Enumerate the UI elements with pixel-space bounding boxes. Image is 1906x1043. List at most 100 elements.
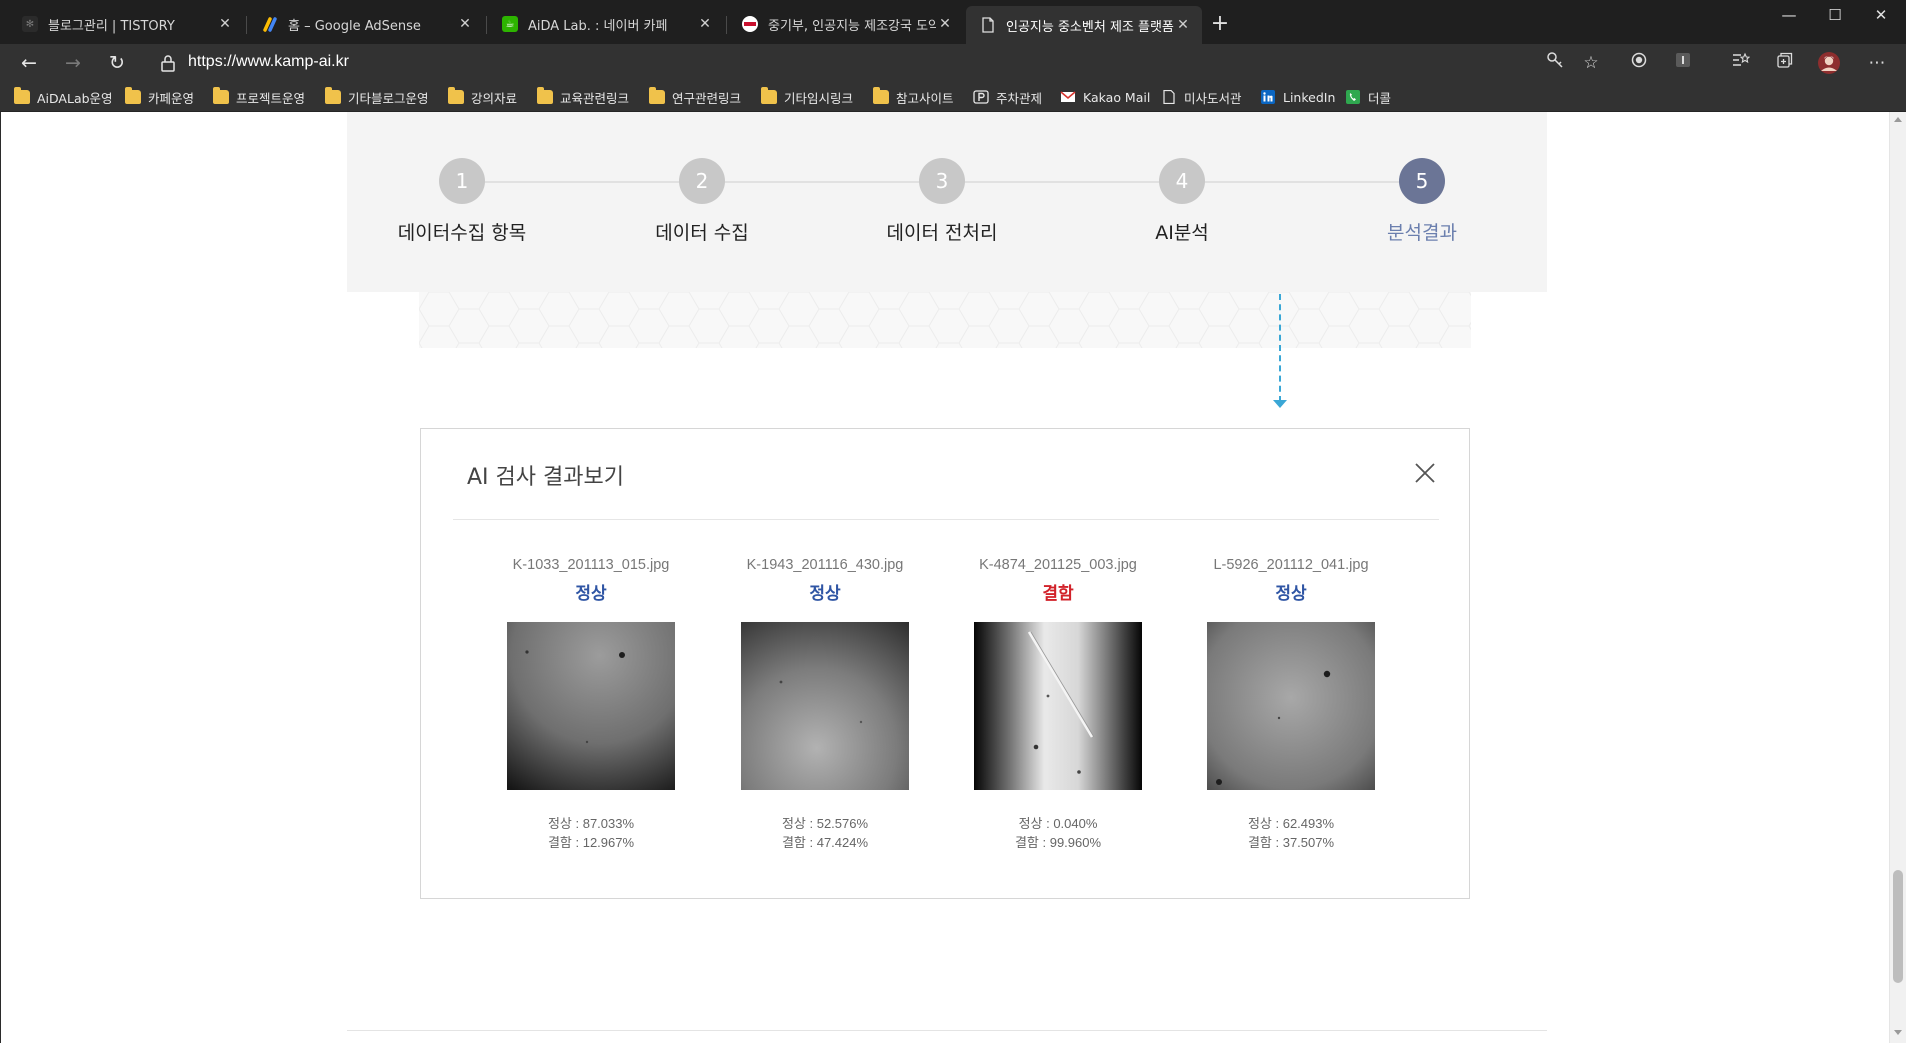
url-field[interactable]: https://www.kamp-ai.kr: [188, 53, 349, 71]
step-number: 3: [919, 158, 965, 204]
refresh-button[interactable]: ↻: [102, 49, 132, 77]
bookmark-project[interactable]: 프로젝트운영: [213, 87, 305, 107]
back-button[interactable]: ←: [14, 49, 44, 77]
normal-score: 정상 : 87.033%: [547, 816, 635, 831]
folder-icon: [14, 87, 30, 104]
phone-icon: [1346, 90, 1360, 104]
bookmark-parking[interactable]: 주차관제: [973, 87, 1042, 107]
bookmark-label: 연구관련링크: [672, 90, 742, 106]
page-icon: [980, 17, 996, 33]
inspection-image: [507, 622, 675, 790]
close-icon[interactable]: ✕: [216, 16, 234, 32]
favorite-star-icon[interactable]: ☆: [1578, 51, 1604, 75]
close-window-button[interactable]: ✕: [1858, 0, 1904, 32]
tab-separator: [726, 16, 727, 34]
bookmark-lecture[interactable]: 강의자료: [448, 87, 517, 107]
footer-divider: [347, 1030, 1547, 1031]
extension-record-icon[interactable]: [1626, 51, 1652, 75]
image-filename: K-1033_201113_015.jpg: [512, 557, 670, 573]
bookmark-aidalab[interactable]: AiDALab운영: [14, 87, 113, 107]
step-label: 데이터 전처리: [886, 222, 998, 244]
defect-score: 결함 : 12.967%: [547, 835, 635, 850]
bookmark-reference[interactable]: 참고사이트: [873, 87, 954, 107]
step-2: 2 데이터 수집: [582, 158, 822, 245]
tab-naver-cafe[interactable]: ☕ AiDA Lab. : 네이버 카페 ✕: [488, 8, 724, 40]
favorites-list-icon[interactable]: [1728, 51, 1754, 75]
flow-arrow-line: [1279, 294, 1281, 402]
close-icon[interactable]: [1411, 459, 1439, 487]
bookmark-label: 기타임시링크: [784, 90, 854, 106]
status-label: 정상: [575, 584, 607, 604]
new-tab-button[interactable]: +: [1206, 10, 1234, 38]
bookmark-education[interactable]: 교육관련링크: [537, 87, 629, 107]
tab-adsense[interactable]: 홈 – Google AdSense ✕: [248, 8, 484, 40]
bookmark-kakao-mail[interactable]: Kakao Mail: [1060, 87, 1150, 107]
bookmark-thecall[interactable]: 더콜: [1345, 87, 1391, 107]
normal-score: 정상 : 0.040%: [1018, 816, 1098, 831]
bookmark-label: 미사도서관: [1184, 90, 1242, 106]
inspection-image: [1207, 622, 1375, 790]
bookmark-label: 참고사이트: [896, 90, 954, 106]
bookmark-linkedin[interactable]: LinkedIn: [1260, 87, 1335, 107]
minimize-button[interactable]: —: [1766, 0, 1812, 32]
folder-icon: [649, 87, 665, 104]
folder-icon: [125, 87, 141, 104]
bookmark-label: 프로젝트운영: [236, 90, 306, 106]
bookmark-library[interactable]: 미사도서관: [1161, 87, 1242, 107]
folder-icon: [448, 87, 464, 104]
normal-score: 정상 : 62.493%: [1247, 816, 1335, 831]
tab-kamp-active[interactable]: 인공지능 중소벤처 제조 플랫폼 ✕: [966, 6, 1202, 44]
step-label: AI분석: [1155, 222, 1209, 244]
tab-title: 인공지능 중소벤처 제조 플랫폼: [1006, 19, 1174, 35]
decorative-pattern: [419, 292, 1471, 348]
bookmarks-bar: AiDALab운영 카페운영 프로젝트운영 기타블로그운영 강의자료 교육관련링…: [0, 82, 1906, 112]
bookmark-cafe[interactable]: 카페운영: [125, 87, 194, 107]
folder-icon: [325, 87, 341, 104]
close-icon[interactable]: ✕: [696, 16, 714, 32]
bookmark-research[interactable]: 연구관련링크: [649, 87, 741, 107]
tab-tistory[interactable]: ✻ 블로그관리 | TISTORY ✕: [8, 8, 244, 40]
step-label: 분석결과: [1387, 222, 1457, 244]
collections-icon[interactable]: [1772, 51, 1798, 75]
step-number: 1: [439, 158, 485, 204]
extension-icon[interactable]: [1670, 51, 1696, 75]
profile-avatar[interactable]: [1816, 51, 1842, 75]
defect-score: 결함 : 37.507%: [1247, 835, 1335, 850]
page-scrollbar[interactable]: [1889, 112, 1906, 1043]
lock-icon[interactable]: [158, 52, 178, 74]
defect-score: 결함 : 99.960%: [1014, 835, 1102, 850]
maximize-button[interactable]: ☐: [1812, 0, 1858, 32]
scrollbar-thumb[interactable]: [1893, 870, 1903, 983]
process-steps: 1 데이터수집 항목 2 데이터 수집 3 데이터 전처리 4 AI분석 5 분…: [347, 112, 1547, 292]
status-label: 결함: [1042, 584, 1074, 604]
tab-title: 블로그관리 | TISTORY: [48, 18, 175, 34]
folder-icon: [537, 87, 553, 104]
page-content: 1 데이터수집 항목 2 데이터 수집 3 데이터 전처리 4 AI분석 5 분…: [0, 112, 1906, 1043]
parking-icon: [973, 90, 989, 104]
image-filename: L-5926_201112_041.jpg: [1213, 557, 1369, 573]
mail-icon: [1060, 91, 1076, 102]
close-icon[interactable]: ✕: [456, 16, 474, 32]
forward-button[interactable]: →: [58, 49, 88, 77]
result-modal: AI 검사 결과보기 K-1033_201113_015.jpg 정상 정상:…: [420, 428, 1470, 899]
inspection-image: [974, 622, 1142, 790]
step-label: 데이터수집 항목: [397, 222, 527, 244]
bookmark-blog[interactable]: 기타블로그운영: [325, 87, 429, 107]
bookmark-label: AiDALab운영: [37, 90, 113, 106]
scroll-down-icon[interactable]: [1894, 1030, 1902, 1035]
news-icon: [742, 16, 758, 32]
scroll-up-icon[interactable]: [1894, 117, 1902, 122]
tab-separator: [246, 16, 247, 34]
adsense-icon: [262, 16, 278, 32]
bookmark-temp[interactable]: 기타임시링크: [761, 87, 853, 107]
close-icon[interactable]: ✕: [1174, 17, 1192, 33]
step-number: 5: [1399, 158, 1445, 204]
folder-icon: [213, 87, 229, 104]
bookmark-label: 교육관련링크: [560, 90, 630, 106]
bookmark-label: 강의자료: [471, 90, 518, 106]
more-menu-icon[interactable]: ⋯: [1864, 51, 1890, 75]
close-icon[interactable]: ✕: [936, 16, 954, 32]
result-item: K-1943_201116_430.jpg 정상 정상 : 52.576% 결함…: [705, 557, 945, 852]
key-icon[interactable]: [1542, 51, 1568, 75]
tab-news[interactable]: 중기부, 인공지능 제조강국 도약 ✕: [728, 8, 964, 40]
